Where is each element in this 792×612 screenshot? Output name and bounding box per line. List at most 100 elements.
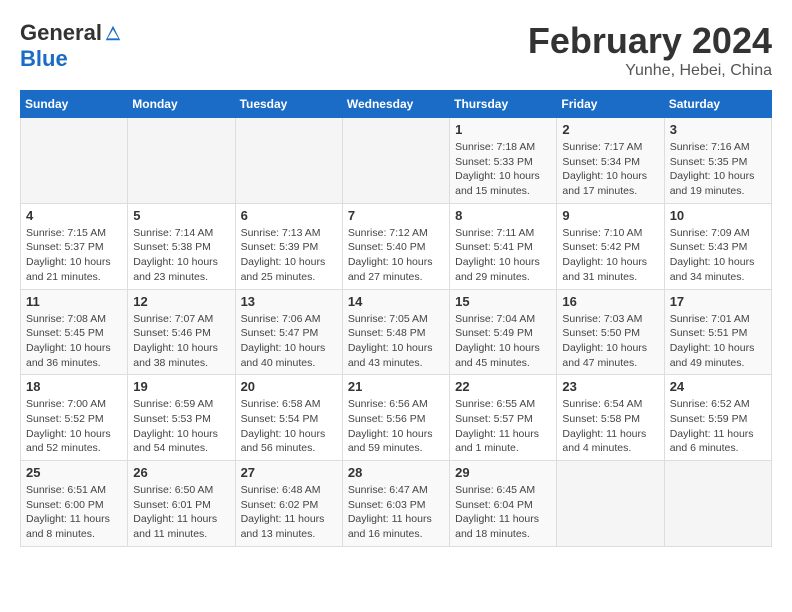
calendar-cell [235, 118, 342, 204]
day-number: 19 [133, 379, 229, 394]
day-info: Sunrise: 7:08 AM Sunset: 5:45 PM Dayligh… [26, 312, 122, 371]
week-row-5: 25 Sunrise: 6:51 AM Sunset: 6:00 PM Dayli… [21, 461, 772, 547]
calendar-cell: 6 Sunrise: 7:13 AM Sunset: 5:39 PM Daylig… [235, 203, 342, 289]
calendar-cell [128, 118, 235, 204]
header-sunday: Sunday [21, 91, 128, 118]
day-number: 18 [26, 379, 122, 394]
header-row: SundayMondayTuesdayWednesdayThursdayFrid… [21, 91, 772, 118]
day-number: 22 [455, 379, 551, 394]
calendar-cell: 13 Sunrise: 7:06 AM Sunset: 5:47 PM Dayli… [235, 289, 342, 375]
day-info: Sunrise: 7:14 AM Sunset: 5:38 PM Dayligh… [133, 226, 229, 285]
day-number: 20 [241, 379, 337, 394]
day-number: 6 [241, 208, 337, 223]
day-info: Sunrise: 7:17 AM Sunset: 5:34 PM Dayligh… [562, 140, 658, 199]
day-info: Sunrise: 7:11 AM Sunset: 5:41 PM Dayligh… [455, 226, 551, 285]
day-info: Sunrise: 6:48 AM Sunset: 6:02 PM Dayligh… [241, 483, 337, 542]
header-tuesday: Tuesday [235, 91, 342, 118]
calendar-cell [342, 118, 449, 204]
day-number: 17 [670, 294, 766, 309]
calendar-cell: 18 Sunrise: 7:00 AM Sunset: 5:52 PM Dayli… [21, 375, 128, 461]
day-info: Sunrise: 7:15 AM Sunset: 5:37 PM Dayligh… [26, 226, 122, 285]
calendar-cell: 1 Sunrise: 7:18 AM Sunset: 5:33 PM Daylig… [450, 118, 557, 204]
header-wednesday: Wednesday [342, 91, 449, 118]
day-number: 11 [26, 294, 122, 309]
day-info: Sunrise: 7:13 AM Sunset: 5:39 PM Dayligh… [241, 226, 337, 285]
logo-blue: Blue [20, 46, 68, 72]
day-info: Sunrise: 7:07 AM Sunset: 5:46 PM Dayligh… [133, 312, 229, 371]
calendar-cell: 10Sunrise: 7:09 AM Sunset: 5:43 PM Dayli… [664, 203, 771, 289]
day-number: 26 [133, 465, 229, 480]
day-info: Sunrise: 7:09 AM Sunset: 5:43 PM Dayligh… [670, 226, 766, 285]
header-thursday: Thursday [450, 91, 557, 118]
calendar-cell: 21 Sunrise: 6:56 AM Sunset: 5:56 PM Dayli… [342, 375, 449, 461]
day-number: 27 [241, 465, 337, 480]
calendar-cell: 16 Sunrise: 7:03 AM Sunset: 5:50 PM Dayli… [557, 289, 664, 375]
day-number: 29 [455, 465, 551, 480]
day-info: Sunrise: 7:00 AM Sunset: 5:52 PM Dayligh… [26, 397, 122, 456]
day-number: 28 [348, 465, 444, 480]
header-friday: Friday [557, 91, 664, 118]
calendar-cell [21, 118, 128, 204]
calendar-cell [664, 461, 771, 547]
day-info: Sunrise: 7:06 AM Sunset: 5:47 PM Dayligh… [241, 312, 337, 371]
day-info: Sunrise: 6:55 AM Sunset: 5:57 PM Dayligh… [455, 397, 551, 456]
day-number: 21 [348, 379, 444, 394]
day-info: Sunrise: 7:03 AM Sunset: 5:50 PM Dayligh… [562, 312, 658, 371]
logo-general: General [20, 20, 102, 46]
title-block: February 2024 Yunhe, Hebei, China [528, 20, 772, 80]
calendar-cell: 28 Sunrise: 6:47 AM Sunset: 6:03 PM Dayli… [342, 461, 449, 547]
calendar-cell: 11 Sunrise: 7:08 AM Sunset: 5:45 PM Dayli… [21, 289, 128, 375]
day-info: Sunrise: 7:04 AM Sunset: 5:49 PM Dayligh… [455, 312, 551, 371]
day-info: Sunrise: 6:56 AM Sunset: 5:56 PM Dayligh… [348, 397, 444, 456]
day-number: 13 [241, 294, 337, 309]
day-info: Sunrise: 7:10 AM Sunset: 5:42 PM Dayligh… [562, 226, 658, 285]
week-row-3: 11 Sunrise: 7:08 AM Sunset: 5:45 PM Dayli… [21, 289, 772, 375]
day-number: 25 [26, 465, 122, 480]
day-info: Sunrise: 6:58 AM Sunset: 5:54 PM Dayligh… [241, 397, 337, 456]
day-number: 12 [133, 294, 229, 309]
calendar-cell: 23 Sunrise: 6:54 AM Sunset: 5:58 PM Dayli… [557, 375, 664, 461]
month-title: February 2024 [528, 20, 772, 62]
day-number: 5 [133, 208, 229, 223]
calendar-cell: 8 Sunrise: 7:11 AM Sunset: 5:41 PM Daylig… [450, 203, 557, 289]
calendar-cell: 20 Sunrise: 6:58 AM Sunset: 5:54 PM Dayli… [235, 375, 342, 461]
day-info: Sunrise: 6:47 AM Sunset: 6:03 PM Dayligh… [348, 483, 444, 542]
calendar-cell: 14Sunrise: 7:05 AM Sunset: 5:48 PM Dayli… [342, 289, 449, 375]
day-number: 7 [348, 208, 444, 223]
day-info: Sunrise: 6:45 AM Sunset: 6:04 PM Dayligh… [455, 483, 551, 542]
calendar-cell: 12 Sunrise: 7:07 AM Sunset: 5:46 PM Dayli… [128, 289, 235, 375]
calendar-cell: 27 Sunrise: 6:48 AM Sunset: 6:02 PM Dayli… [235, 461, 342, 547]
day-info: Sunrise: 6:54 AM Sunset: 5:58 PM Dayligh… [562, 397, 658, 456]
calendar-cell: 26 Sunrise: 6:50 AM Sunset: 6:01 PM Dayli… [128, 461, 235, 547]
day-info: Sunrise: 7:05 AM Sunset: 5:48 PM Dayligh… [348, 312, 444, 371]
day-info: Sunrise: 6:51 AM Sunset: 6:00 PM Dayligh… [26, 483, 122, 542]
page-header: General Blue February 2024 Yunhe, Hebei,… [20, 20, 772, 80]
day-number: 15 [455, 294, 551, 309]
day-info: Sunrise: 7:12 AM Sunset: 5:40 PM Dayligh… [348, 226, 444, 285]
day-info: Sunrise: 7:01 AM Sunset: 5:51 PM Dayligh… [670, 312, 766, 371]
calendar-cell: 19 Sunrise: 6:59 AM Sunset: 5:53 PM Dayli… [128, 375, 235, 461]
day-info: Sunrise: 6:59 AM Sunset: 5:53 PM Dayligh… [133, 397, 229, 456]
day-number: 23 [562, 379, 658, 394]
week-row-1: 1 Sunrise: 7:18 AM Sunset: 5:33 PM Daylig… [21, 118, 772, 204]
logo-text: General [20, 20, 122, 46]
calendar-cell: 29 Sunrise: 6:45 AM Sunset: 6:04 PM Dayli… [450, 461, 557, 547]
day-info: Sunrise: 7:18 AM Sunset: 5:33 PM Dayligh… [455, 140, 551, 199]
day-number: 2 [562, 122, 658, 137]
day-number: 1 [455, 122, 551, 137]
day-number: 8 [455, 208, 551, 223]
calendar-cell [557, 461, 664, 547]
day-number: 16 [562, 294, 658, 309]
calendar-cell: 9 Sunrise: 7:10 AM Sunset: 5:42 PM Daylig… [557, 203, 664, 289]
location: Yunhe, Hebei, China [528, 62, 772, 80]
day-info: Sunrise: 6:52 AM Sunset: 5:59 PM Dayligh… [670, 397, 766, 456]
calendar-cell: 5 Sunrise: 7:14 AM Sunset: 5:38 PM Daylig… [128, 203, 235, 289]
day-number: 4 [26, 208, 122, 223]
day-info: Sunrise: 6:50 AM Sunset: 6:01 PM Dayligh… [133, 483, 229, 542]
day-number: 3 [670, 122, 766, 137]
header-monday: Monday [128, 91, 235, 118]
calendar-cell: 2 Sunrise: 7:17 AM Sunset: 5:34 PM Daylig… [557, 118, 664, 204]
logo-icon [104, 24, 122, 42]
day-number: 9 [562, 208, 658, 223]
calendar-cell: 3Sunrise: 7:16 AM Sunset: 5:35 PM Daylig… [664, 118, 771, 204]
